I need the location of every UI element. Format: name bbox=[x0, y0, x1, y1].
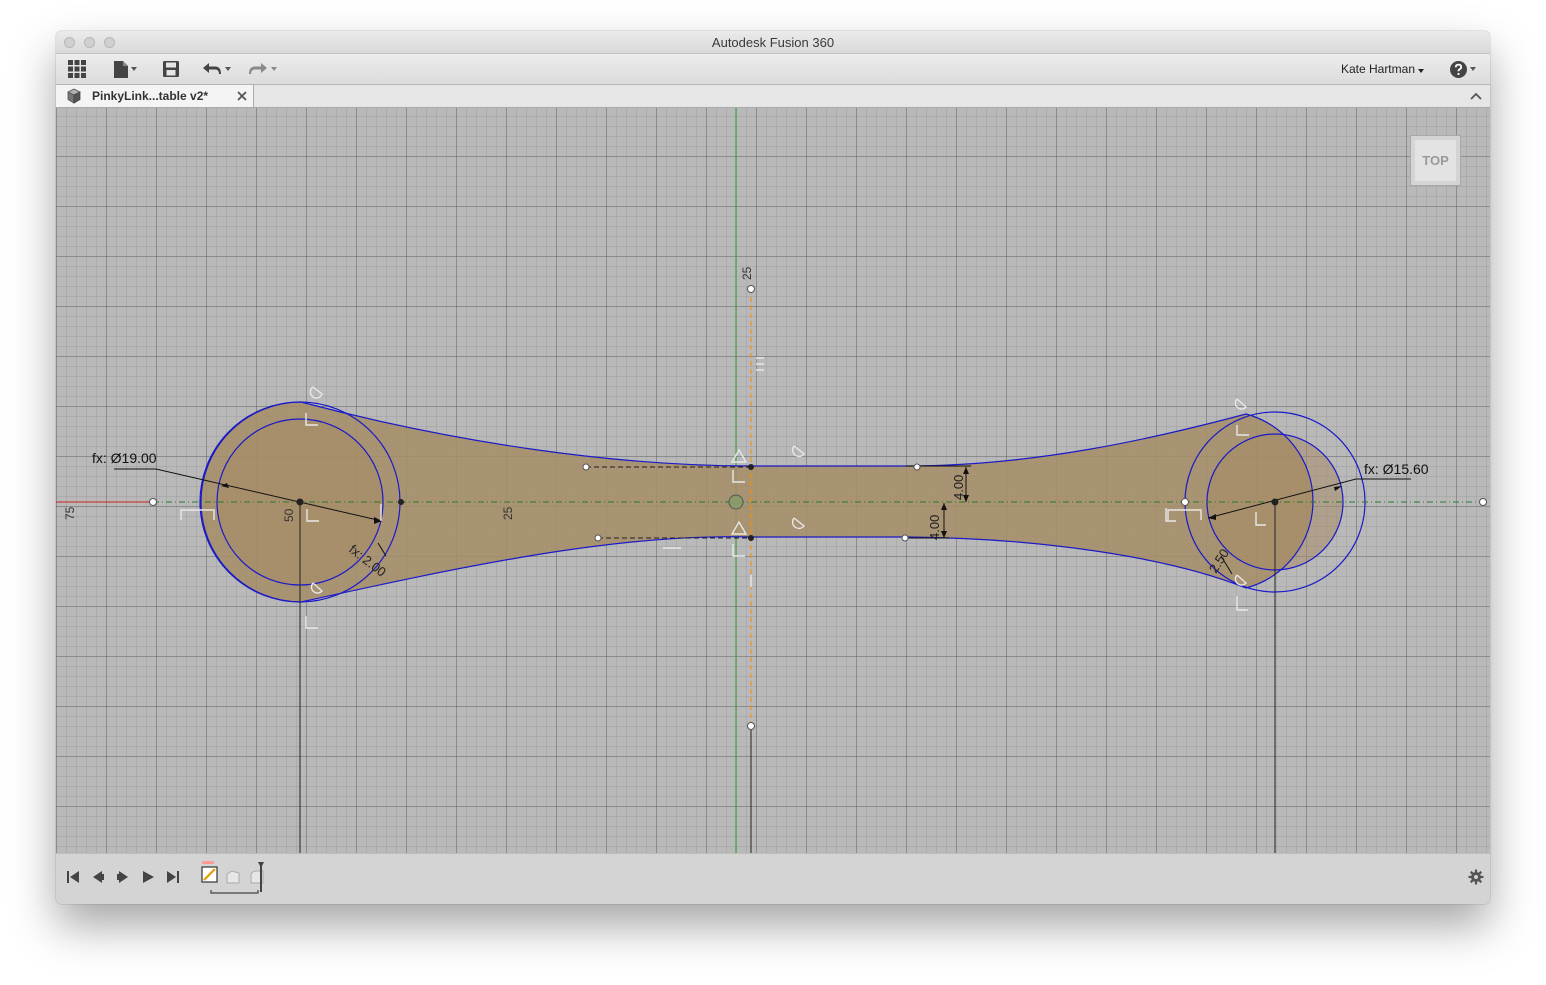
chevron-down-icon bbox=[130, 67, 137, 71]
help-icon bbox=[1450, 60, 1467, 78]
upper-width-dimension[interactable]: 4.00 bbox=[951, 475, 966, 500]
sketch-origin-point[interactable] bbox=[728, 494, 744, 510]
redo-icon bbox=[248, 63, 267, 74]
skip-forward-icon bbox=[167, 871, 179, 883]
redo-button[interactable] bbox=[244, 57, 280, 81]
chevron-up-icon[interactable] bbox=[1470, 92, 1482, 100]
step-forward-button[interactable] bbox=[114, 867, 132, 887]
title-bar: Autodesk Fusion 360 bbox=[56, 31, 1490, 54]
play-button[interactable] bbox=[139, 867, 157, 887]
user-name: Kate Hartman bbox=[1340, 62, 1415, 76]
file-icon bbox=[113, 60, 128, 78]
chevron-down-icon bbox=[224, 67, 231, 71]
save-icon bbox=[163, 61, 179, 77]
go-to-start-button[interactable] bbox=[64, 867, 82, 887]
right-diameter-dimension[interactable]: fx: Ø15.60 bbox=[1364, 461, 1429, 477]
undo-button[interactable] bbox=[198, 57, 234, 81]
help-menu-button[interactable] bbox=[1448, 57, 1478, 81]
go-to-end-button[interactable] bbox=[164, 867, 182, 887]
document-tab-bar: PinkyLink...table v2* bbox=[56, 85, 1490, 108]
timeline-bar bbox=[56, 853, 1490, 904]
ruler-label-middle: 25 bbox=[501, 506, 515, 520]
chevron-down-icon bbox=[1470, 67, 1476, 71]
step-back-icon bbox=[93, 871, 104, 883]
step-back-button[interactable] bbox=[89, 867, 107, 887]
window-title: Autodesk Fusion 360 bbox=[711, 35, 835, 50]
timeline-marker[interactable] bbox=[206, 862, 266, 902]
play-icon bbox=[143, 871, 154, 883]
close-icon[interactable] bbox=[237, 91, 247, 101]
view-cube[interactable]: TOP bbox=[1410, 135, 1461, 186]
document-tab-label: PinkyLink...table v2* bbox=[92, 89, 209, 103]
gear-icon bbox=[1468, 869, 1484, 885]
lower-width-dimension[interactable]: 4.00 bbox=[927, 515, 942, 540]
user-account-menu[interactable]: Kate Hartman bbox=[1341, 62, 1424, 76]
ruler-label-top: 25 bbox=[740, 266, 754, 280]
view-cube-face-label: TOP bbox=[1422, 153, 1449, 168]
component-box-icon bbox=[67, 88, 81, 104]
file-menu-button[interactable] bbox=[110, 57, 140, 81]
grid-apps-icon bbox=[68, 60, 86, 78]
save-button[interactable] bbox=[160, 57, 182, 81]
data-panel-button[interactable] bbox=[66, 57, 88, 81]
design-canvas[interactable]: fx: Ø19.00 fx: Ø15.60 fx: 2.00 2.50 4.00… bbox=[56, 108, 1490, 853]
app-window: Autodesk Fusion 360 Kate Hartman PinkyLi… bbox=[56, 31, 1490, 904]
sketch-drawing[interactable]: fx: Ø19.00 fx: Ø15.60 fx: 2.00 2.50 4.00… bbox=[56, 108, 1490, 853]
step-forward-icon bbox=[117, 871, 128, 883]
chevron-down-icon bbox=[270, 67, 277, 71]
document-tab[interactable]: PinkyLink...table v2* bbox=[56, 85, 254, 107]
ruler-label-left-circle: 50 bbox=[282, 508, 296, 522]
timeline-settings-button[interactable] bbox=[1466, 867, 1486, 887]
skip-back-icon bbox=[67, 871, 79, 883]
application-toolbar: Kate Hartman bbox=[56, 54, 1490, 85]
undo-icon bbox=[202, 63, 221, 74]
chevron-down-icon bbox=[1418, 69, 1424, 73]
left-diameter-dimension[interactable]: fx: Ø19.00 bbox=[92, 450, 157, 466]
ruler-label-left: 75 bbox=[63, 506, 77, 520]
